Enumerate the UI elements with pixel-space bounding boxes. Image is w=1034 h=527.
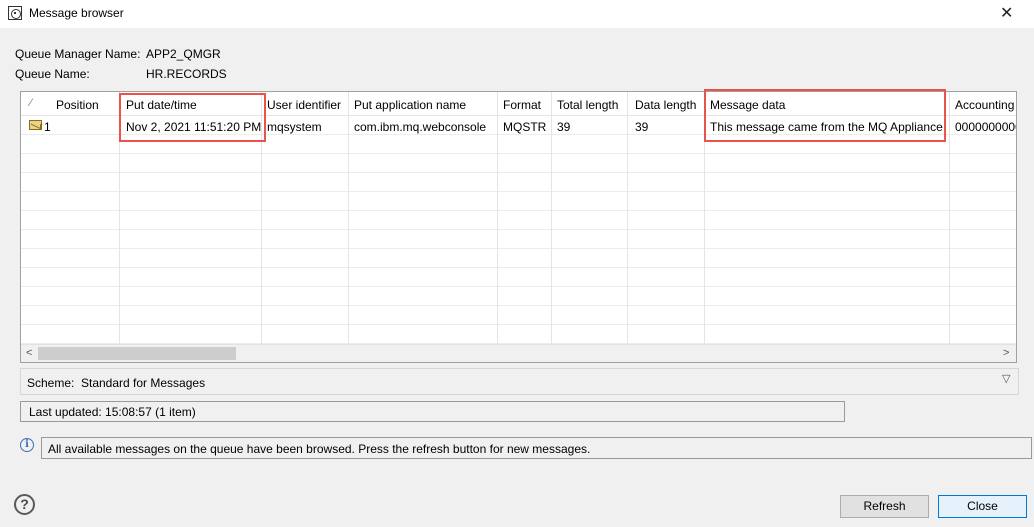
queue-name-label: Queue Name: bbox=[15, 67, 90, 81]
queue-name-value: HR.RECORDS bbox=[146, 67, 227, 81]
scroll-right-arrow-icon[interactable]: > bbox=[1003, 347, 1009, 359]
last-updated-status: Last updated: 15:08:57 (1 item) bbox=[20, 401, 845, 422]
cell-data-length[interactable]: 39 bbox=[635, 120, 648, 134]
cell-accounting[interactable]: 0000000000 bbox=[955, 120, 1016, 134]
column-header-accounting[interactable]: Accounting bbox=[955, 98, 1014, 112]
queue-manager-value: APP2_QMGR bbox=[146, 47, 221, 61]
cell-format[interactable]: MQSTR bbox=[503, 120, 546, 134]
column-divider bbox=[949, 92, 950, 344]
info-message-text: All available messages on the queue have… bbox=[48, 442, 591, 456]
highlight-put-datetime bbox=[119, 93, 266, 142]
column-header-put-application-name[interactable]: Put application name bbox=[354, 98, 466, 112]
cell-total-length[interactable]: 39 bbox=[557, 120, 570, 134]
column-header-user-identifier[interactable]: User identifier bbox=[267, 98, 341, 112]
info-icon: i bbox=[20, 438, 34, 452]
title-bar: Message browser ✕ bbox=[0, 0, 1034, 28]
column-divider bbox=[497, 92, 498, 344]
close-button[interactable]: Close bbox=[938, 495, 1027, 518]
refresh-button[interactable]: Refresh bbox=[840, 495, 929, 518]
cell-put-application-name[interactable]: com.ibm.mq.webconsole bbox=[354, 120, 486, 134]
cell-user-identifier[interactable]: mqsystem bbox=[267, 120, 322, 134]
scroll-left-arrow-icon[interactable]: < bbox=[26, 347, 32, 359]
envelope-icon bbox=[29, 120, 42, 130]
cell-position[interactable]: 1 bbox=[44, 120, 51, 134]
column-header-position[interactable]: Position bbox=[56, 98, 99, 112]
column-header-total-length[interactable]: Total length bbox=[557, 98, 618, 112]
info-message-box: All available messages on the queue have… bbox=[41, 437, 1032, 459]
queue-manager-label: Queue Manager Name: bbox=[15, 47, 141, 61]
scheme-label: Scheme: bbox=[27, 376, 75, 390]
scheme-selector[interactable]: Scheme: Standard for Messages ▽ bbox=[20, 368, 1019, 395]
message-browser-app-icon bbox=[8, 6, 22, 20]
column-header-data-length[interactable]: Data length bbox=[635, 98, 696, 112]
last-updated-text: Last updated: 15:08:57 (1 item) bbox=[29, 405, 196, 419]
highlight-message-data bbox=[704, 89, 946, 142]
column-header-format[interactable]: Format bbox=[503, 98, 541, 112]
column-divider bbox=[627, 92, 628, 344]
window-close-icon[interactable]: ✕ bbox=[1000, 3, 1013, 23]
scheme-value[interactable]: Standard for Messages bbox=[81, 376, 205, 390]
scrollbar-thumb[interactable] bbox=[38, 347, 236, 360]
horizontal-scrollbar[interactable]: < > bbox=[21, 344, 1016, 362]
window-title: Message browser bbox=[29, 6, 124, 20]
help-icon[interactable]: ? bbox=[14, 494, 35, 515]
column-divider bbox=[551, 92, 552, 344]
column-divider bbox=[348, 92, 349, 344]
sort-indicator-icon[interactable]: ⁄ bbox=[30, 97, 32, 109]
chevron-down-icon[interactable]: ▽ bbox=[1002, 372, 1010, 385]
